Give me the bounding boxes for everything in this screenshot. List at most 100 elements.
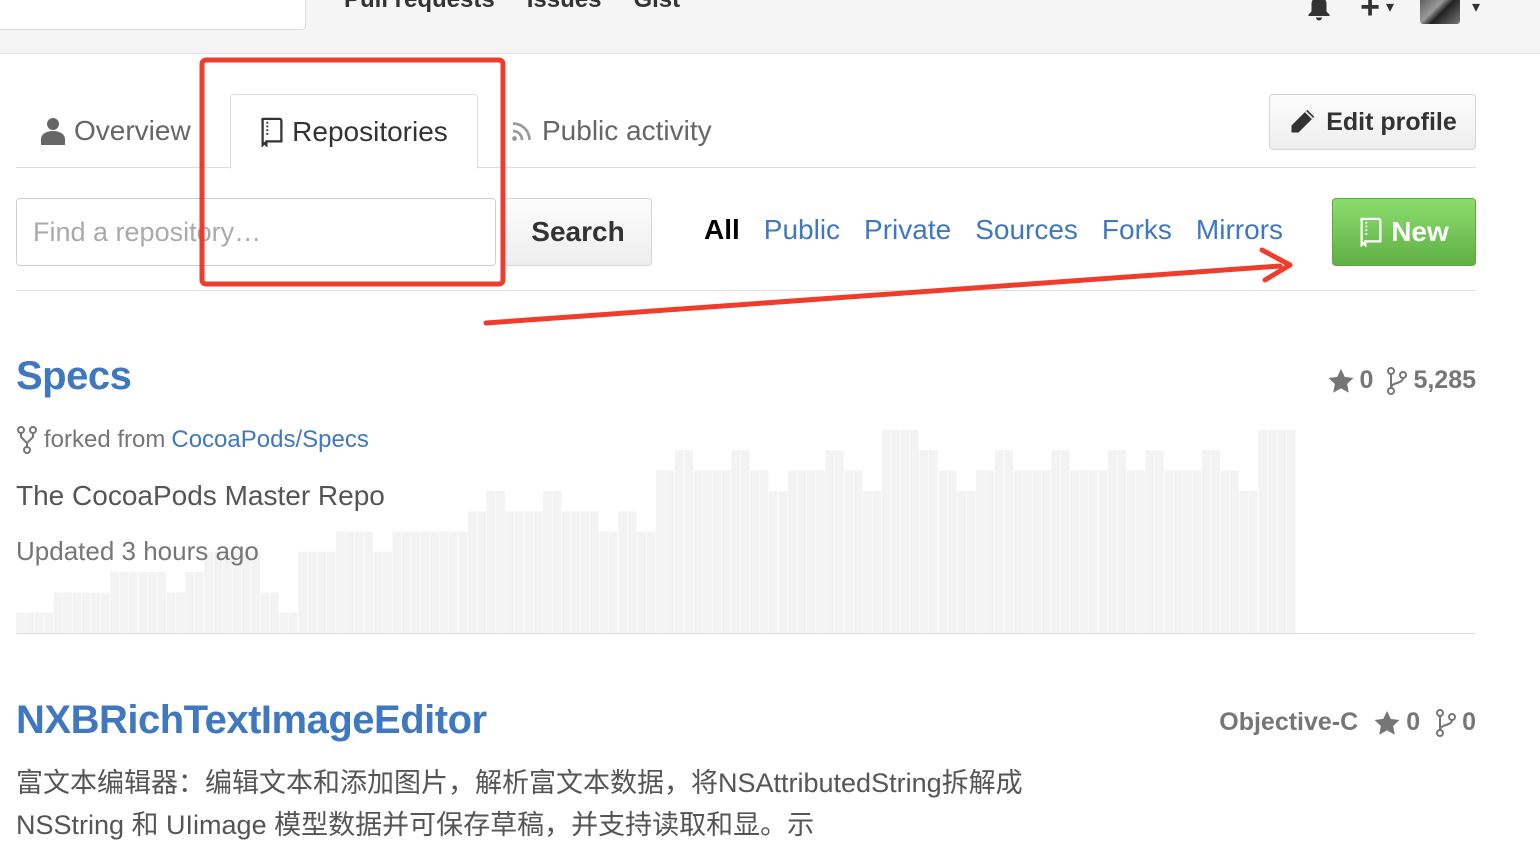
activity-graph <box>16 430 1296 633</box>
activity-bar <box>806 470 816 633</box>
new-button-label: New <box>1391 216 1449 247</box>
activity-bar <box>891 430 901 633</box>
activity-bar <box>750 470 759 633</box>
activity-bar <box>194 572 204 633</box>
activity-bar <box>1211 450 1221 633</box>
activity-bar <box>288 612 298 633</box>
activity-bar <box>844 470 854 633</box>
activity-bar <box>759 470 769 633</box>
repo-type-filters: All Public Private Sources Forks Mirrors <box>704 214 1283 246</box>
activity-bar <box>1079 470 1089 633</box>
activity-bar <box>1004 450 1014 633</box>
top-header: Pull requests Issues Gist + ▾ ▾ <box>0 0 1540 54</box>
tab-repositories[interactable]: Repositories <box>230 94 478 169</box>
activity-bar <box>373 551 383 633</box>
stars-link[interactable]: 0 <box>1374 708 1420 737</box>
filter-public[interactable]: Public <box>764 214 840 246</box>
activity-bar <box>637 531 646 633</box>
find-repository-input[interactable] <box>16 198 496 266</box>
activity-bar <box>119 572 129 633</box>
stars-link[interactable]: 0 <box>1328 366 1374 395</box>
activity-bar <box>684 450 694 633</box>
activity-bar <box>872 490 882 633</box>
activity-bar <box>900 430 910 633</box>
repo-updated-time: Updated 3 hours ago <box>16 536 259 566</box>
repo-name-link[interactable]: Specs <box>16 354 132 399</box>
activity-bar <box>34 612 44 633</box>
new-repository-button[interactable]: New <box>1332 198 1476 266</box>
header-icons: + ▾ ▾ <box>1304 0 1480 24</box>
activity-bar <box>1267 430 1277 633</box>
activity-bar <box>260 592 270 633</box>
tab-public-activity[interactable]: Public activity <box>510 94 712 168</box>
activity-bar <box>1098 470 1108 633</box>
chevron-down-icon[interactable]: ▾ <box>1472 0 1480 17</box>
filter-forks[interactable]: Forks <box>1102 214 1172 246</box>
activity-bar <box>533 511 543 633</box>
activity-bar <box>100 592 110 633</box>
activity-bar <box>1286 430 1296 633</box>
nav-gist[interactable]: Gist <box>633 0 680 14</box>
activity-bar <box>1248 490 1258 633</box>
activity-bar <box>863 490 872 633</box>
forks-link[interactable]: 0 <box>1436 708 1476 737</box>
activity-bar <box>1023 470 1032 633</box>
activity-bar <box>1117 450 1126 633</box>
activity-bar <box>1070 470 1079 633</box>
chevron-down-icon[interactable]: ▾ <box>1386 0 1394 17</box>
tab-repositories-label: Repositories <box>292 115 448 147</box>
activity-bar <box>411 531 421 633</box>
edit-profile-button[interactable]: Edit profile <box>1269 94 1476 150</box>
nav-issues[interactable]: Issues <box>527 0 602 14</box>
activity-bar <box>1032 470 1042 633</box>
activity-bar <box>392 531 402 633</box>
forks-link[interactable]: 5,285 <box>1387 366 1476 395</box>
activity-bar <box>1088 470 1098 633</box>
activity-bar <box>994 450 1004 633</box>
fork-icon <box>17 426 37 454</box>
activity-bar <box>53 592 63 633</box>
forked-from-link[interactable]: CocoaPods/Specs <box>171 426 368 454</box>
filter-sources[interactable]: Sources <box>975 214 1078 246</box>
filter-all[interactable]: All <box>704 214 740 246</box>
repo-stats: 0 5,285 <box>1328 366 1476 395</box>
activity-bar <box>627 511 637 633</box>
activity-bar <box>1201 450 1211 633</box>
star-count: 0 <box>1359 366 1374 394</box>
tab-overview[interactable]: Overview <box>40 94 191 168</box>
search-button[interactable]: Search <box>504 198 652 266</box>
activity-bar <box>430 531 439 633</box>
notifications-bell-icon[interactable] <box>1304 0 1334 22</box>
activity-bar <box>458 531 468 633</box>
activity-bar <box>778 490 788 633</box>
activity-bar <box>467 511 477 633</box>
activity-bar <box>307 551 317 633</box>
person-icon <box>41 118 65 145</box>
annotation-arrow-line <box>483 263 1283 326</box>
activity-bar <box>72 592 82 633</box>
repo-name-link[interactable]: NXBRichTextImageEditor <box>16 698 487 743</box>
activity-bar <box>345 531 355 633</box>
filter-private[interactable]: Private <box>864 214 951 246</box>
activity-bar <box>176 592 185 633</box>
profile-tabs: Overview Repositories Public activity <box>16 94 1476 169</box>
activity-bar <box>561 511 571 633</box>
activity-bar <box>881 430 891 633</box>
filter-mirrors[interactable]: Mirrors <box>1196 214 1283 246</box>
activity-bar <box>665 470 675 633</box>
avatar[interactable] <box>1419 0 1460 24</box>
activity-bar <box>420 531 430 633</box>
activity-bar <box>787 470 797 633</box>
activity-bar <box>910 430 919 633</box>
tab-public-activity-label: Public activity <box>542 115 712 146</box>
activity-bar <box>1258 430 1268 633</box>
annotation-arrowhead <box>1259 247 1293 283</box>
nav-pull-requests[interactable]: Pull requests <box>344 0 495 14</box>
activity-bar <box>383 551 392 633</box>
edit-profile-label: Edit profile <box>1326 107 1457 136</box>
create-new-plus-icon[interactable]: + <box>1360 0 1380 24</box>
header-search-field[interactable] <box>0 0 306 30</box>
pencil-icon <box>1291 109 1315 133</box>
repo-book-icon <box>1360 217 1382 247</box>
activity-bar <box>947 470 957 633</box>
